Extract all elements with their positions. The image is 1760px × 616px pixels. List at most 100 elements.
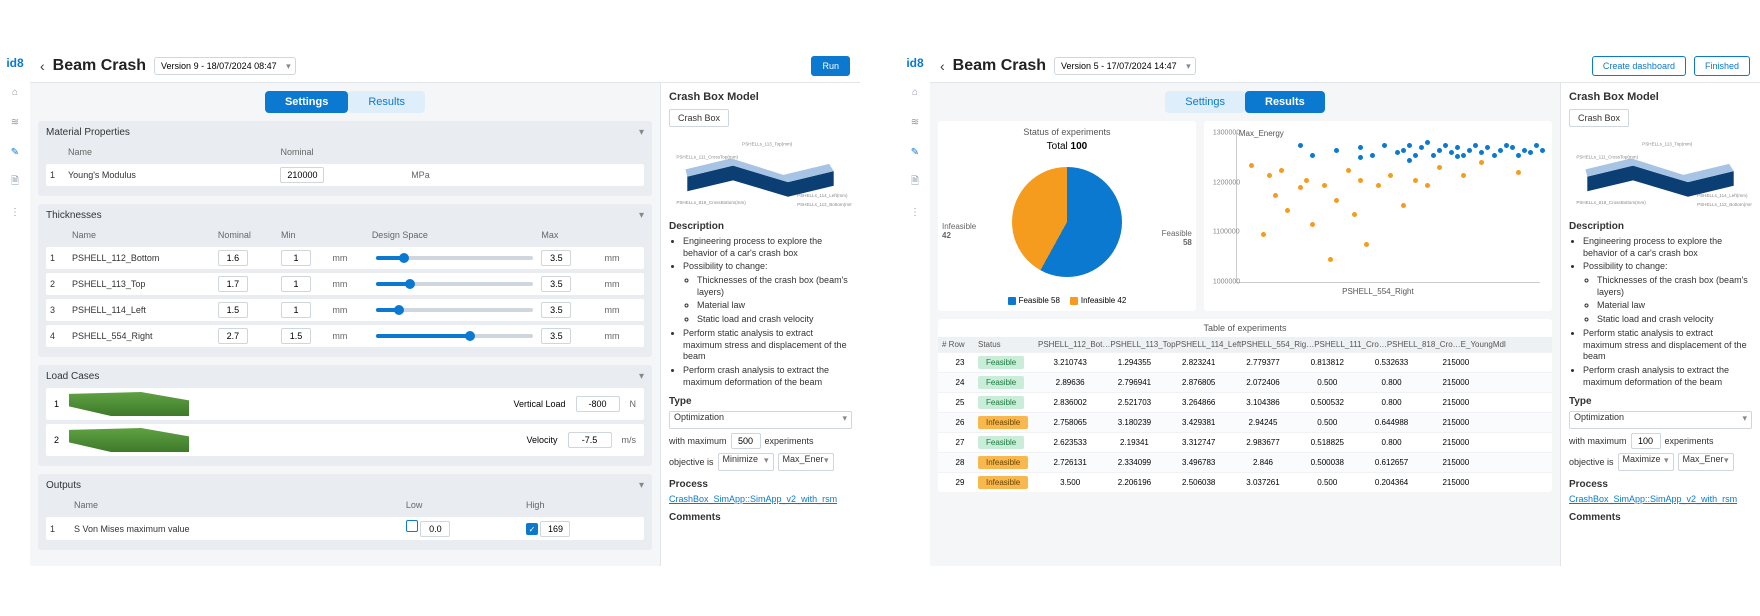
- chevron-down-icon[interactable]: ▾: [639, 480, 644, 491]
- load-label: Velocity: [526, 435, 557, 445]
- min-input[interactable]: [281, 328, 311, 344]
- version-select[interactable]: Version 5 - 17/07/2024 14:47: [1054, 57, 1196, 75]
- type-select[interactable]: Optimization: [1569, 411, 1752, 429]
- load-input[interactable]: [576, 396, 620, 412]
- table-row[interactable]: 24 Feasible 2.896362.7969412.8768052.072…: [938, 372, 1552, 392]
- doc-icon[interactable]: 🗎: [907, 174, 923, 190]
- table-row[interactable]: 23 Feasible 3.2107431.2943552.8232412.77…: [938, 352, 1552, 372]
- create-dashboard-button[interactable]: Create dashboard: [1592, 56, 1686, 76]
- svg-text:PSHELLs_114_Left(mm): PSHELLs_114_Left(mm): [797, 193, 848, 198]
- col-name: Name: [72, 230, 214, 240]
- y-tick: 1000000: [1213, 279, 1240, 286]
- load-case-preview: [69, 428, 189, 452]
- back-icon[interactable]: ‹: [40, 58, 45, 74]
- status-badge: Infeasible: [978, 456, 1028, 469]
- nominal-input[interactable]: [218, 302, 248, 318]
- col-status[interactable]: Status: [978, 340, 1038, 349]
- nominal-input[interactable]: [280, 167, 324, 183]
- scatter-point: [1510, 145, 1515, 150]
- max-input[interactable]: [541, 276, 571, 292]
- max-input[interactable]: [541, 302, 571, 318]
- high-input[interactable]: [540, 521, 570, 537]
- col-3[interactable]: PSHELL_554_Rig…: [1241, 340, 1314, 349]
- nominal-input[interactable]: [218, 328, 248, 344]
- table-row[interactable]: 25 Feasible 2.8360022.5217033.2648663.10…: [938, 392, 1552, 412]
- pencil-icon[interactable]: ✎: [907, 144, 923, 160]
- flow-icon[interactable]: ≋: [907, 114, 923, 130]
- cell-value: 2.823241: [1167, 358, 1231, 367]
- tabs: Settings Results: [938, 91, 1552, 113]
- pencil-icon[interactable]: ✎: [7, 144, 23, 160]
- objective-target-select[interactable]: Max_Ener: [778, 453, 834, 471]
- scatter-point: [1425, 183, 1430, 188]
- max-input[interactable]: [541, 328, 571, 344]
- tab-settings[interactable]: Settings: [1165, 91, 1245, 113]
- process-link[interactable]: CrashBox_SimApp::SimApp_v2_with_rsm: [1569, 494, 1737, 504]
- description-list: Engineering process to explore the behav…: [669, 236, 852, 388]
- unit: mm: [605, 331, 640, 341]
- doc-icon[interactable]: 🗎: [7, 174, 23, 190]
- slider[interactable]: [376, 308, 534, 312]
- low-input[interactable]: [420, 521, 450, 537]
- process-heading: Process: [1569, 479, 1752, 490]
- more-icon[interactable]: ⋮: [7, 204, 23, 220]
- unit: MPa: [411, 170, 476, 180]
- svg-text:PSHELLs_818_CrossBottom(mm): PSHELLs_818_CrossBottom(mm): [676, 200, 746, 205]
- scatter-point: [1455, 154, 1460, 159]
- load-input[interactable]: [568, 432, 612, 448]
- model-tag[interactable]: Crash Box: [1569, 109, 1629, 127]
- flow-icon[interactable]: ≋: [7, 114, 23, 130]
- process-link[interactable]: CrashBox_SimApp::SimApp_v2_with_rsm: [669, 494, 837, 504]
- home-icon[interactable]: ⌂: [907, 84, 923, 100]
- col-name: Name: [74, 500, 400, 510]
- chevron-down-icon[interactable]: ▾: [639, 210, 644, 221]
- col-4[interactable]: PSHELL_111_Cro…: [1314, 340, 1387, 349]
- objective-select[interactable]: Maximize: [1618, 453, 1674, 471]
- col-6[interactable]: E_YoungMdl: [1461, 340, 1506, 349]
- tab-settings[interactable]: Settings: [265, 91, 348, 113]
- frame-results: id8 ⌂ ≋ ✎ 🗎 ⋮ ‹ Beam Crash Version 5 - 1…: [900, 50, 1760, 566]
- version-select[interactable]: Version 9 - 18/07/2024 08:47: [154, 57, 296, 75]
- col-2[interactable]: PSHELL_114_Left: [1176, 340, 1242, 349]
- back-icon[interactable]: ‹: [940, 58, 945, 74]
- tab-results[interactable]: Results: [1245, 91, 1325, 113]
- nominal-input[interactable]: [218, 250, 248, 266]
- high-checkbox[interactable]: ✓: [526, 523, 538, 535]
- max-input[interactable]: [541, 250, 571, 266]
- col-1[interactable]: PSHELL_113_Top: [1110, 340, 1175, 349]
- run-button[interactable]: Run: [811, 56, 850, 76]
- chevron-down-icon[interactable]: ▾: [639, 371, 644, 382]
- objective-select[interactable]: Minimize: [718, 453, 774, 471]
- type-select[interactable]: Optimization: [669, 411, 852, 429]
- finished-button[interactable]: Finished: [1694, 56, 1750, 76]
- low-checkbox[interactable]: [406, 520, 418, 532]
- min-input[interactable]: [281, 302, 311, 318]
- tab-results[interactable]: Results: [348, 91, 425, 113]
- col-row[interactable]: # Row: [942, 340, 978, 349]
- model-tag[interactable]: Crash Box: [669, 109, 729, 127]
- col-5[interactable]: PSHELL_818_Cro…: [1387, 340, 1461, 349]
- min-input[interactable]: [281, 276, 311, 292]
- table-row[interactable]: 28 Infeasible 2.7261312.3340993.4967832.…: [938, 452, 1552, 472]
- table-row[interactable]: 26 Infeasible 2.7580653.1802393.4293812.…: [938, 412, 1552, 432]
- objective-target-select[interactable]: Max_Ener: [1678, 453, 1734, 471]
- more-icon[interactable]: ⋮: [907, 204, 923, 220]
- scatter-point: [1370, 153, 1375, 158]
- svg-text:PSHELLs_114_Left(mm): PSHELLs_114_Left(mm): [1697, 193, 1748, 198]
- home-icon[interactable]: ⌂: [7, 84, 23, 100]
- slider[interactable]: [376, 256, 534, 260]
- slider[interactable]: [376, 282, 534, 286]
- table-row[interactable]: 29 Infeasible 3.5002.2061962.5060383.037…: [938, 472, 1552, 492]
- col-0[interactable]: PSHELL_112_Bot…: [1038, 340, 1110, 349]
- scatter-ylabel: Max_Energy: [1239, 129, 1284, 138]
- min-input[interactable]: [281, 250, 311, 266]
- cell-value: 3.429381: [1167, 418, 1231, 427]
- chevron-down-icon[interactable]: ▾: [639, 127, 644, 138]
- table-row[interactable]: 27 Feasible 2.6235332.193413.3127472.983…: [938, 432, 1552, 452]
- nominal-input[interactable]: [218, 276, 248, 292]
- max-input[interactable]: [731, 433, 761, 449]
- scatter-point: [1334, 198, 1339, 203]
- slider[interactable]: [376, 334, 534, 338]
- experiments-label: experiments: [1665, 436, 1714, 446]
- max-input[interactable]: [1631, 433, 1661, 449]
